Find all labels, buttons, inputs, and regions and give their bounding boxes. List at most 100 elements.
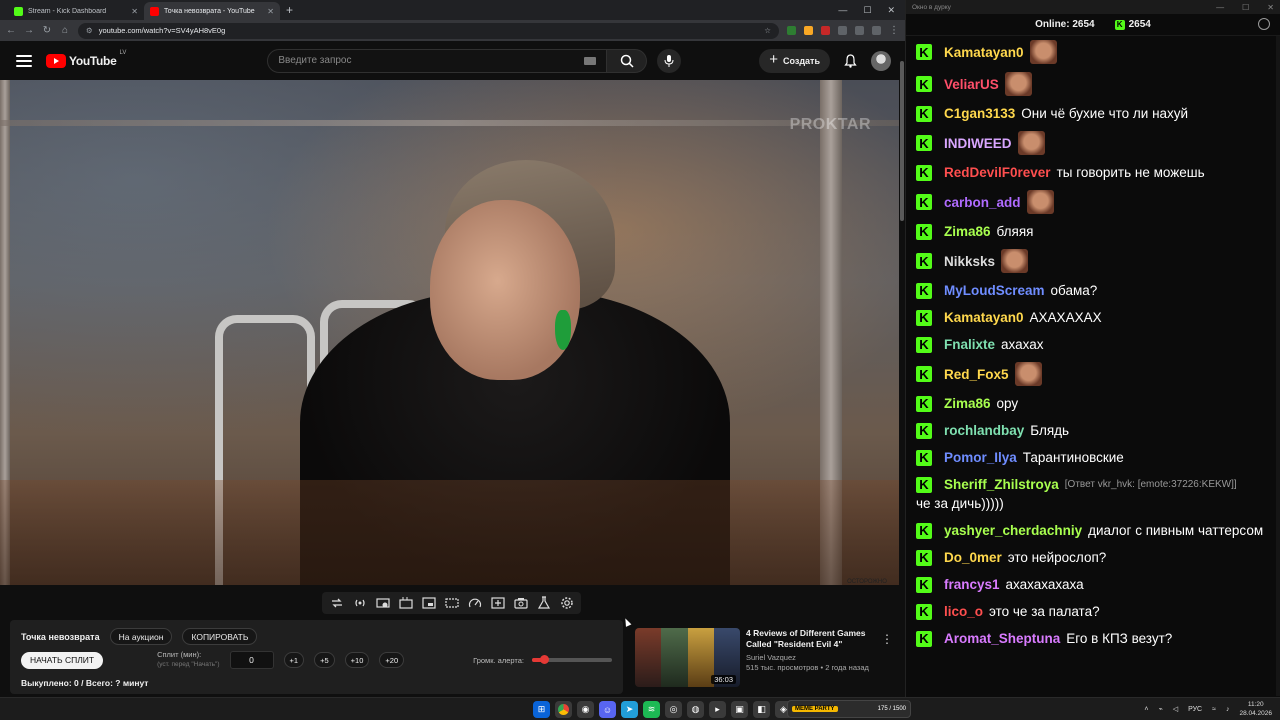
chat-username[interactable]: rochlandbay xyxy=(944,421,1024,440)
minimize-icon[interactable]: — xyxy=(838,5,847,16)
create-button[interactable]: + Создать xyxy=(759,48,830,73)
minimize-icon[interactable]: — xyxy=(1216,3,1224,12)
extension-icon[interactable] xyxy=(821,26,830,35)
app-icon[interactable]: ◍ xyxy=(687,701,704,718)
extension-icon[interactable] xyxy=(804,26,813,35)
volume-knob[interactable] xyxy=(540,655,549,664)
speed-icon[interactable] xyxy=(466,596,483,610)
chat-username[interactable]: Sheriff_Zhilstroya xyxy=(944,475,1059,494)
chat-username[interactable]: Kamatayan0 xyxy=(944,43,1024,62)
copy-button[interactable]: КОПИРОВАТЬ xyxy=(182,628,258,645)
split-minutes-input[interactable]: 0 xyxy=(229,651,274,669)
discord-icon[interactable]: ☺ xyxy=(599,701,616,718)
app-icon[interactable]: ▣ xyxy=(731,701,748,718)
profile-icon[interactable] xyxy=(872,26,881,35)
chat-username[interactable]: Red_Fox5 xyxy=(944,365,1009,384)
back-icon[interactable]: ← xyxy=(6,25,16,36)
chat-username[interactable]: MyLoudScream xyxy=(944,281,1045,300)
camera-icon[interactable] xyxy=(512,596,529,610)
screenshot-video-icon[interactable] xyxy=(374,596,391,610)
url-field[interactable]: ⚙ youtube.com/watch?v=SV4yAH8vE0g ☆ xyxy=(78,22,779,39)
increment-button[interactable]: +20 xyxy=(379,652,405,668)
extension-icon[interactable] xyxy=(787,26,796,35)
bookmark-star-icon[interactable]: ☆ xyxy=(764,26,771,35)
chat-username[interactable]: yashyer_cherdachniy xyxy=(944,521,1082,540)
frame-icon[interactable] xyxy=(443,596,460,610)
avatar[interactable] xyxy=(871,50,891,71)
chat-scrollbar[interactable] xyxy=(1276,36,1280,696)
chat-username[interactable]: lico_o xyxy=(944,602,983,621)
chat-username[interactable]: francys1 xyxy=(944,575,1000,594)
chat-username[interactable]: Zima86 xyxy=(944,222,991,241)
chat-username[interactable]: Aromat_Sheptuna xyxy=(944,629,1060,648)
tab-close-icon[interactable]: ✕ xyxy=(267,7,274,16)
network-icon[interactable]: ⌁ xyxy=(1158,705,1162,713)
chat-username[interactable]: RedDevilF0rever xyxy=(944,163,1051,182)
history-clock-icon[interactable] xyxy=(1258,18,1270,30)
add-box-icon[interactable] xyxy=(489,596,506,610)
download-icon[interactable] xyxy=(855,26,864,35)
notifications-bell-icon[interactable] xyxy=(844,53,857,68)
keyboard-icon[interactable] xyxy=(584,56,597,65)
search-button[interactable] xyxy=(607,48,648,73)
increment-button[interactable]: +1 xyxy=(283,652,305,668)
close-icon[interactable]: ✕ xyxy=(887,5,895,16)
tab-kick-dashboard[interactable]: Stream - Kick Dashboard ✕ xyxy=(8,2,144,20)
obs-icon[interactable]: ◉ xyxy=(577,701,594,718)
chat-reply-reference[interactable]: [Ответ vkr_hvk: [emote:37226:KEKW]] xyxy=(1065,475,1237,494)
search-input[interactable]: Введите запрос xyxy=(267,48,608,73)
clapper-icon[interactable] xyxy=(397,596,414,610)
meme-party-widget[interactable]: MEME PARTY 175 / 1500 xyxy=(787,700,911,718)
browser-menu-icon[interactable]: ⋮ xyxy=(889,25,899,36)
more-options-icon[interactable]: ⋮ xyxy=(881,632,893,646)
chat-username[interactable]: Do_0mer xyxy=(944,548,1002,567)
picture-in-picture-icon[interactable] xyxy=(420,596,437,610)
clock[interactable]: 11:20 28.04.2026 xyxy=(1239,700,1272,718)
chat-username[interactable]: Fnalixte xyxy=(944,335,995,354)
start-split-button[interactable]: НАЧАТЬ СПЛИТ xyxy=(21,651,104,669)
speaker-icon[interactable]: ♪ xyxy=(1226,706,1230,713)
to-auction-button[interactable]: На аукцион xyxy=(109,628,173,645)
chat-username[interactable]: C1gan3133 xyxy=(944,104,1015,123)
new-tab-button[interactable]: + xyxy=(280,3,299,20)
chevron-up-icon[interactable]: ˄ xyxy=(1144,706,1148,713)
scrollbar-thumb[interactable] xyxy=(900,61,904,221)
increment-button[interactable]: +10 xyxy=(344,652,370,668)
wifi-icon[interactable]: ≈ xyxy=(1212,706,1216,713)
chat-username[interactable]: INDIWEED xyxy=(944,134,1012,153)
voice-search-button[interactable] xyxy=(657,48,682,73)
site-info-icon[interactable]: ⚙ xyxy=(86,26,93,35)
chat-username[interactable]: Nikksks xyxy=(944,252,995,271)
settings-gear-icon[interactable] xyxy=(558,596,575,610)
menu-icon[interactable] xyxy=(16,54,32,67)
channel-name[interactable]: Suriel Vazquez xyxy=(746,653,890,663)
app-icon[interactable]: ◎ xyxy=(665,701,682,718)
increment-button[interactable]: +5 xyxy=(314,652,335,668)
language-indicator[interactable]: РУС xyxy=(1188,706,1202,713)
tab-youtube[interactable]: Точка невозврата - YouTube ✕ xyxy=(144,2,280,20)
tab-close-icon[interactable]: ✕ xyxy=(131,7,138,16)
volume-icon[interactable]: ◁ xyxy=(1173,705,1178,713)
recommended-video[interactable]: 36:03 4 Reviews of Different Games Calle… xyxy=(635,628,890,690)
extensions-puzzle-icon[interactable] xyxy=(838,26,847,35)
alert-volume-slider[interactable] xyxy=(532,655,612,664)
windows-start-icon[interactable]: ⊞ xyxy=(533,701,550,718)
flask-icon[interactable] xyxy=(535,596,552,610)
close-icon[interactable]: ✕ xyxy=(1267,3,1274,12)
video-player[interactable]: PROKTAR ОСТОРОЖНО xyxy=(0,80,899,585)
chat-username[interactable]: Kamatayan0 xyxy=(944,308,1024,327)
reload-icon[interactable]: ↻ xyxy=(42,25,52,36)
spotify-icon[interactable]: ≋ xyxy=(643,701,660,718)
video-title[interactable]: 4 Reviews of Different Games Called "Res… xyxy=(746,628,890,650)
app-icon[interactable]: ▸ xyxy=(709,701,726,718)
chat-username[interactable]: Zima86 xyxy=(944,394,991,413)
chrome-icon[interactable] xyxy=(555,701,572,718)
chat-username[interactable]: carbon_add xyxy=(944,193,1021,212)
app-icon[interactable]: ◧ xyxy=(753,701,770,718)
home-icon[interactable]: ⌂ xyxy=(60,25,70,36)
forward-icon[interactable]: → xyxy=(24,25,34,36)
maximize-icon[interactable]: ☐ xyxy=(1242,3,1249,12)
video-thumbnail[interactable]: 36:03 xyxy=(635,628,740,687)
broadcast-icon[interactable] xyxy=(351,596,368,610)
maximize-icon[interactable]: ☐ xyxy=(863,5,871,16)
